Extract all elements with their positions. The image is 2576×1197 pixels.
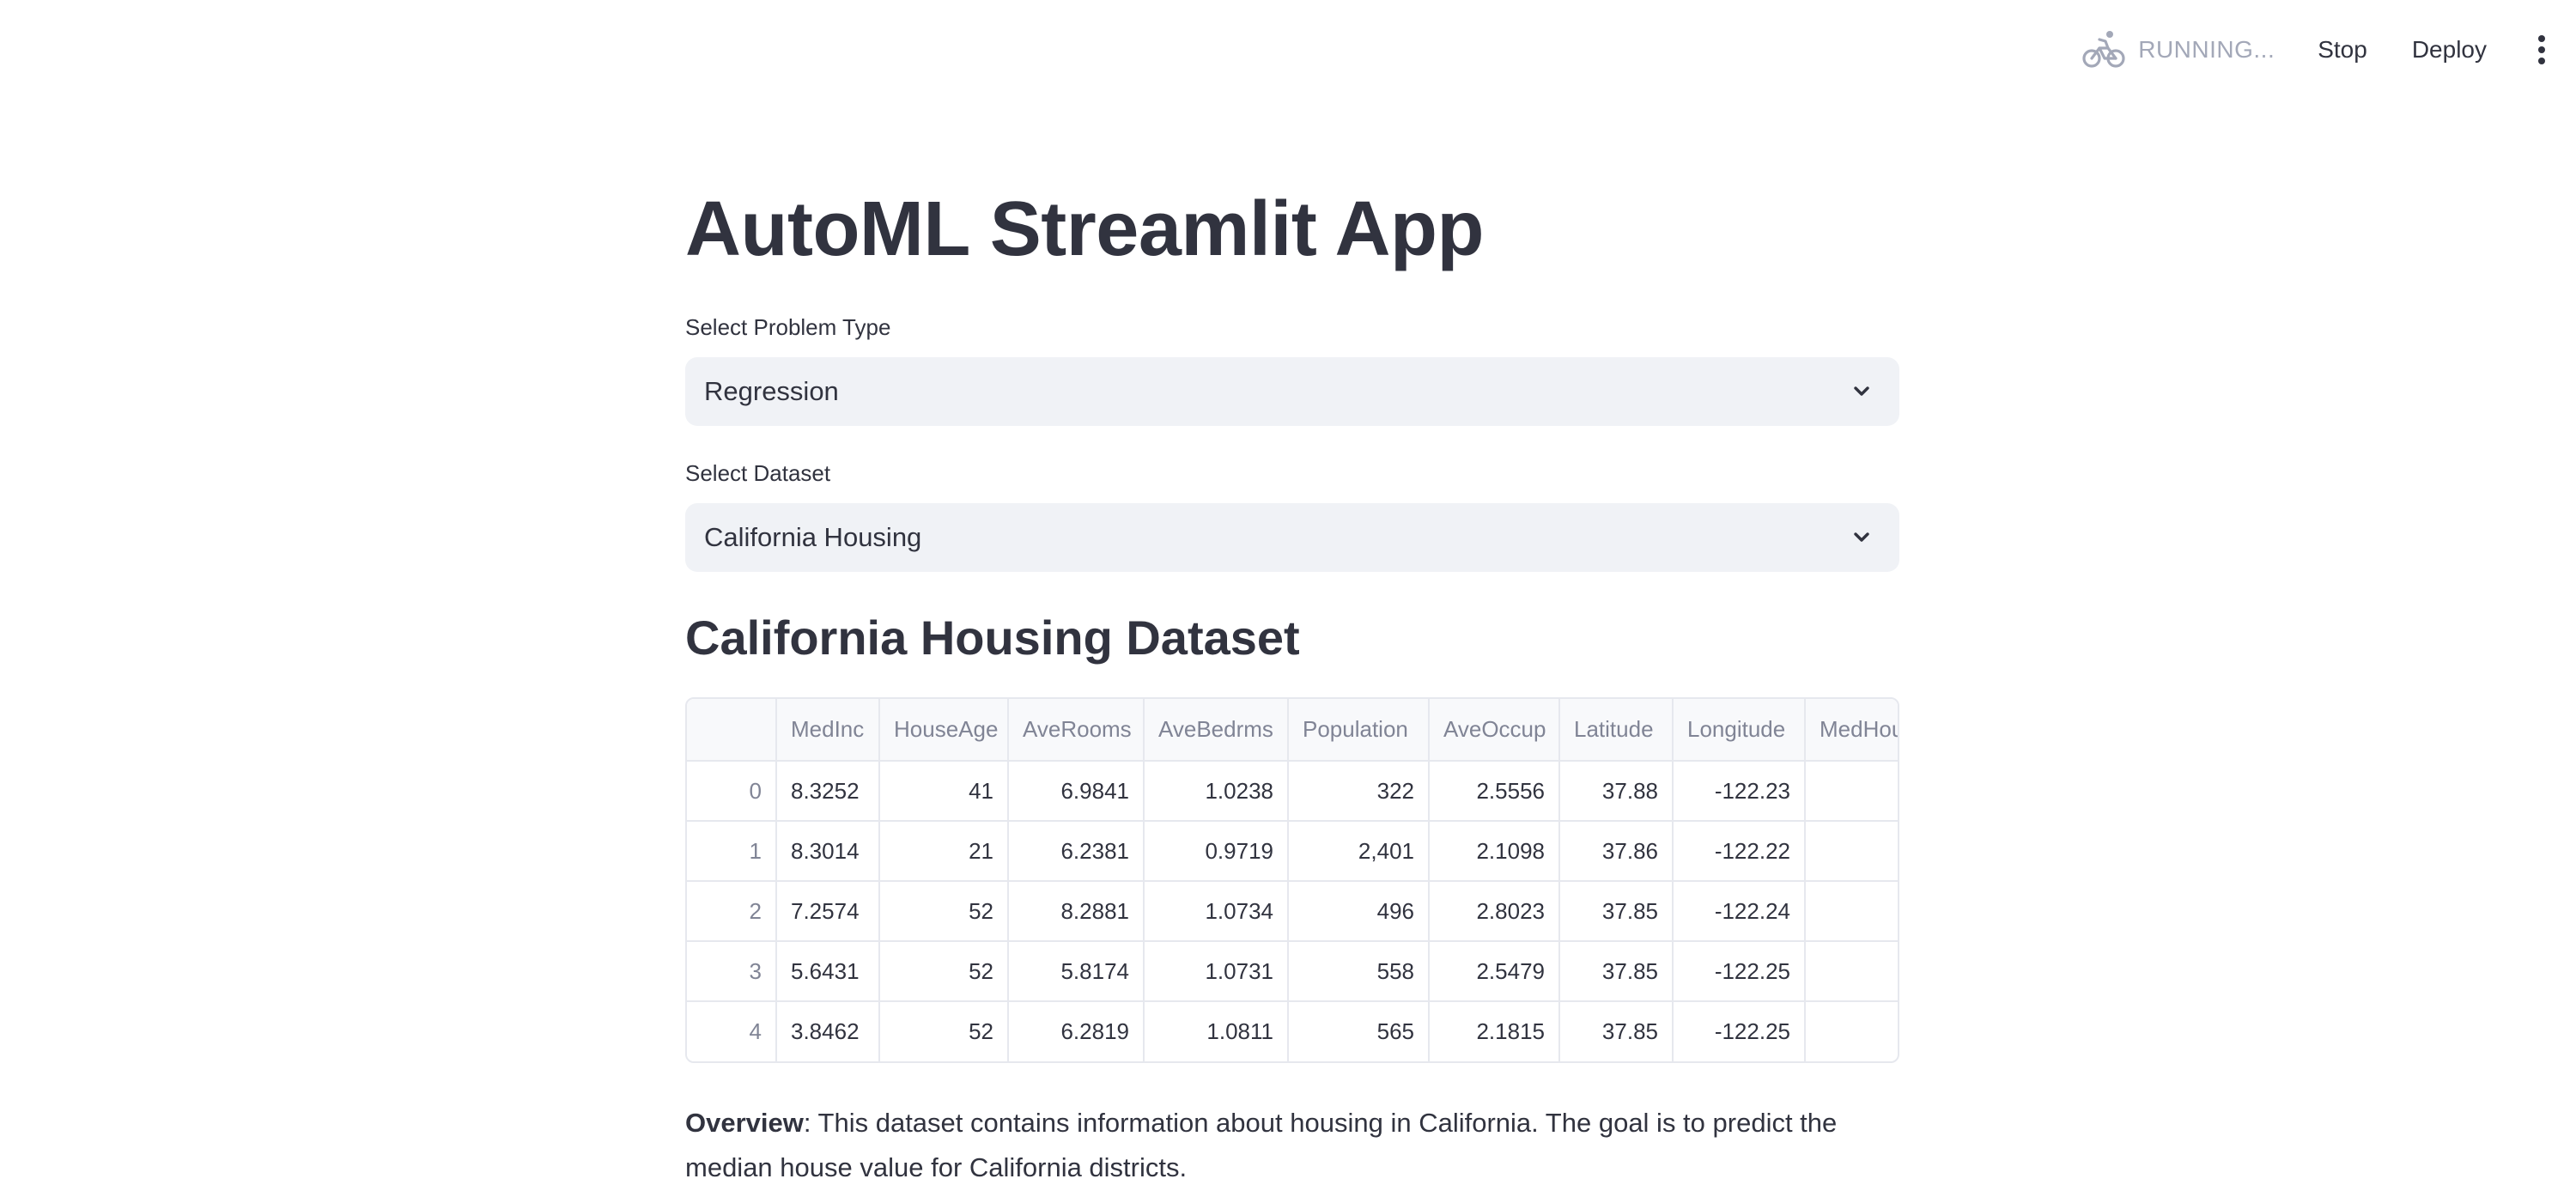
table-cell[interactable]: 41 [879,761,1009,822]
table-cell[interactable]: 496 [1288,881,1430,942]
column-header [687,699,777,762]
app-header: RUNNING... Stop Deploy [0,0,2576,100]
column-header[interactable]: MedInc [776,699,880,762]
table-cell[interactable]: 8.3252 [776,761,880,822]
table-cell[interactable]: 8.2881 [1008,881,1145,942]
table-cell[interactable]: 8.3014 [776,821,880,882]
column-header[interactable]: Longitude [1673,699,1806,762]
overview-label: Overview [685,1108,804,1138]
table-cell[interactable]: 1.0811 [1144,1001,1289,1061]
table-row: 4 3.8462 52 6.2819 1.0811 565 2.1815 37.… [687,1001,1898,1061]
dataset-overview: Overview: This dataset contains informat… [685,1101,1899,1190]
table-cell[interactable] [1805,1001,1898,1061]
table-cell[interactable]: 37.88 [1559,761,1674,822]
table-cell[interactable]: 558 [1288,941,1430,1002]
dataset-label: Select Dataset [685,460,831,486]
table-cell[interactable]: 52 [879,881,1009,942]
table-cell[interactable]: 52 [879,1001,1009,1061]
page-title: AutoML Streamlit App [685,186,1485,272]
table-cell[interactable]: 2.8023 [1429,881,1560,942]
table-row: 1 8.3014 21 6.2381 0.9719 2,401 2.1098 3… [687,821,1898,882]
column-header[interactable]: AveOccup [1429,699,1560,762]
chevron-down-icon [1854,532,1869,542]
chevron-down-icon [1854,386,1869,396]
column-header[interactable]: AveBedrms [1144,699,1289,762]
table-cell[interactable] [1805,881,1898,942]
column-header[interactable]: AveRooms [1008,699,1145,762]
table-cell[interactable]: 2.5479 [1429,941,1560,1002]
column-header[interactable]: Latitude [1559,699,1674,762]
table-cell[interactable]: 1.0238 [1144,761,1289,822]
table-cell[interactable] [1805,941,1898,1002]
table-cell[interactable]: -122.24 [1673,881,1806,942]
deploy-button[interactable]: Deploy [2390,29,2509,70]
table-cell[interactable]: 21 [879,821,1009,882]
table-cell[interactable]: 5.8174 [1008,941,1145,1002]
table-cell[interactable]: 2,401 [1288,821,1430,882]
table-cell[interactable]: 6.9841 [1008,761,1145,822]
table-cell[interactable]: 6.2819 [1008,1001,1145,1061]
table-cell[interactable]: 37.85 [1559,941,1674,1002]
table-cell[interactable]: 52 [879,941,1009,1002]
row-index: 3 [687,941,777,1002]
table-cell[interactable]: 3.8462 [776,1001,880,1061]
dataset-value: California Housing [704,522,922,552]
table-row: 2 7.2574 52 8.2881 1.0734 496 2.8023 37.… [687,881,1898,942]
dataset-section-title: California Housing Dataset [685,611,1300,665]
table-cell[interactable]: 322 [1288,761,1430,822]
table-cell[interactable]: 7.2574 [776,881,880,942]
problem-type-value: Regression [704,376,839,406]
table-cell[interactable]: 2.1098 [1429,821,1560,882]
dataset-select[interactable]: California Housing [685,503,1899,572]
running-cyclist-icon [2082,31,2125,68]
kebab-menu-icon[interactable] [2524,26,2559,74]
table-cell[interactable]: -122.25 [1673,941,1806,1002]
column-header[interactable]: Population [1288,699,1430,762]
table-cell[interactable]: -122.22 [1673,821,1806,882]
table-cell[interactable]: -122.25 [1673,1001,1806,1061]
running-status-text: RUNNING... [2138,36,2275,63]
row-index: 0 [687,761,777,822]
table-cell[interactable] [1805,821,1898,882]
stop-button[interactable]: Stop [2295,29,2390,70]
table-cell[interactable]: 6.2381 [1008,821,1145,882]
overview-text: : This dataset contains information abou… [685,1108,1838,1182]
row-index: 2 [687,881,777,942]
table-cell[interactable]: -122.23 [1673,761,1806,822]
table-cell[interactable]: 5.6431 [776,941,880,1002]
table-cell[interactable] [1805,761,1898,822]
table-cell[interactable]: 565 [1288,1001,1430,1061]
row-index: 4 [687,1001,777,1061]
table-cell[interactable]: 1.0731 [1144,941,1289,1002]
table-cell[interactable]: 2.5556 [1429,761,1560,822]
table-cell[interactable]: 0.9719 [1144,821,1289,882]
problem-type-select[interactable]: Regression [685,357,1899,426]
table-cell[interactable]: 37.86 [1559,821,1674,882]
running-status: RUNNING... [2081,29,2275,70]
column-header[interactable]: HouseAge [879,699,1009,762]
header-toolbar: RUNNING... Stop Deploy [2081,26,2559,74]
table-cell[interactable]: 1.0734 [1144,881,1289,942]
column-header[interactable]: MedHouseVal [1805,699,1898,762]
table-cell[interactable]: 2.1815 [1429,1001,1560,1061]
table-header-row: MedInc HouseAge AveRooms AveBedrms Popul… [687,699,1898,762]
dataset-table[interactable]: MedInc HouseAge AveRooms AveBedrms Popul… [685,697,1899,1063]
table-row: 3 5.6431 52 5.8174 1.0731 558 2.5479 37.… [687,941,1898,1002]
problem-type-label: Select Problem Type [685,314,891,340]
table-cell[interactable]: 37.85 [1559,881,1674,942]
table-row: 0 8.3252 41 6.9841 1.0238 322 2.5556 37.… [687,761,1898,822]
row-index: 1 [687,821,777,882]
table-cell[interactable]: 37.85 [1559,1001,1674,1061]
